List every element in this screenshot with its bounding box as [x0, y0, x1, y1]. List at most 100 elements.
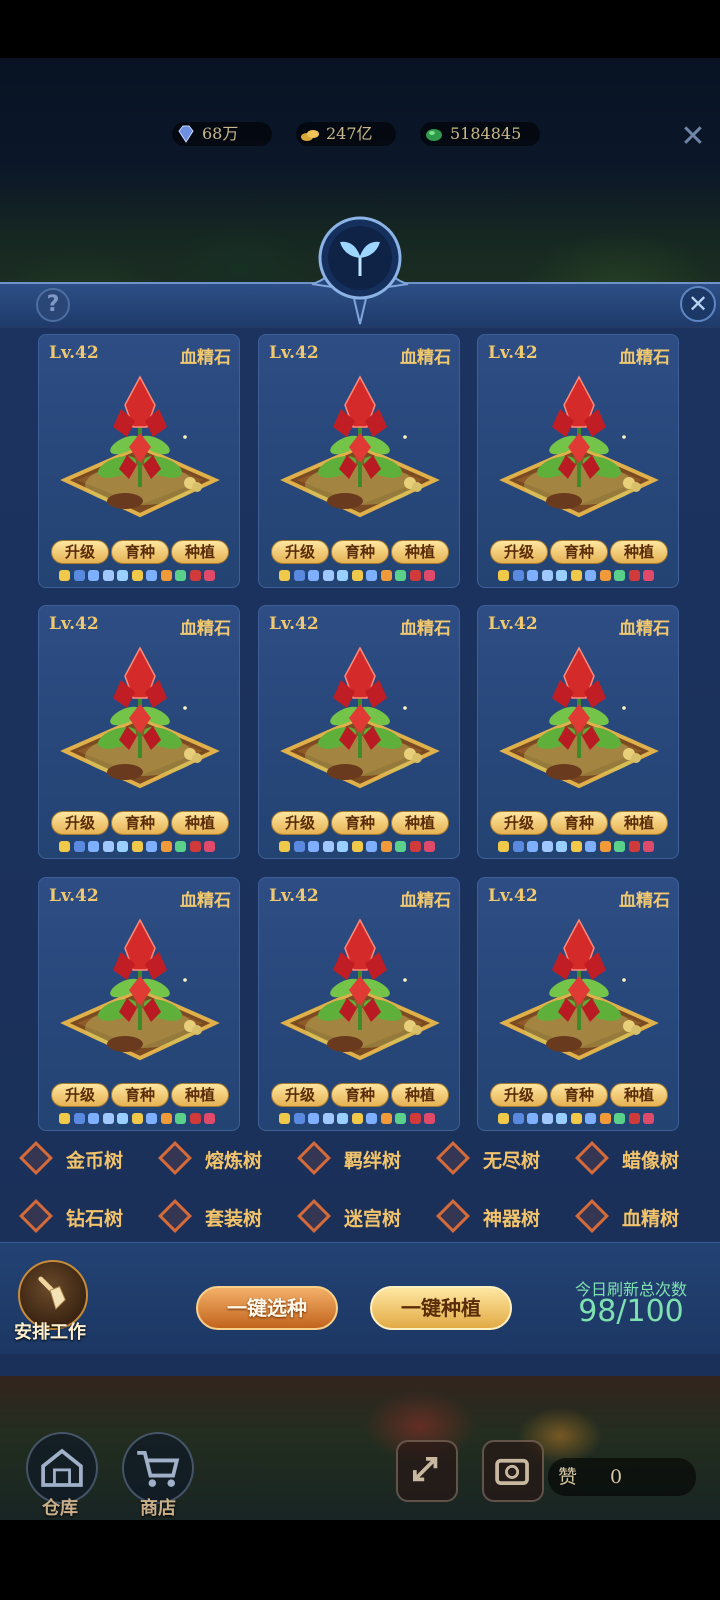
plant-button[interactable]: 种植 — [391, 540, 449, 564]
equipment-icon — [102, 1113, 114, 1124]
equipment-icon — [599, 1113, 611, 1124]
equipment-icon — [73, 1113, 85, 1124]
tree-option[interactable]: 套装树 — [157, 1196, 287, 1236]
plant-card[interactable]: Lv.42 血精石 升级 育种 种植 — [258, 877, 460, 1131]
equipment-icon — [279, 1113, 290, 1124]
tree-option[interactable]: 血精树 — [574, 1196, 704, 1236]
equipment-icon — [380, 570, 392, 581]
plant-card[interactable]: Lv.42 血精石 升级 育种 种植 — [258, 334, 460, 588]
tree-option[interactable]: 羁绊树 — [296, 1138, 426, 1178]
plant-button[interactable]: 种植 — [610, 811, 668, 835]
plant-image — [494, 646, 664, 804]
plant-button[interactable]: 种植 — [610, 540, 668, 564]
tree-option[interactable]: 蜡像树 — [574, 1138, 704, 1178]
checkbox-diamond-icon — [19, 1199, 53, 1233]
breed-button[interactable]: 育种 — [331, 811, 389, 835]
equipment-row — [59, 569, 221, 583]
upgrade-button[interactable]: 升级 — [490, 811, 548, 835]
equipment-icon — [512, 1113, 524, 1124]
plant-card[interactable]: Lv.42 血精石 升级 育种 种植 — [38, 334, 240, 588]
checkbox-diamond-icon — [575, 1141, 609, 1175]
equipment-icon — [395, 1113, 406, 1124]
fullscreen-button[interactable] — [396, 1440, 458, 1502]
tree-option[interactable]: 熔炼树 — [157, 1138, 287, 1178]
tree-option[interactable]: 钻石树 — [18, 1196, 148, 1236]
tree-option-label: 迷宫树 — [344, 1208, 402, 1230]
gold-amount: 247亿 — [326, 124, 373, 143]
plant-button[interactable]: 种植 — [171, 540, 229, 564]
plant-button[interactable]: 种植 — [171, 811, 229, 835]
close-panel-button[interactable]: ✕ — [680, 286, 716, 322]
plant-button[interactable]: 种植 — [171, 1083, 229, 1107]
blood-crystal-plant-icon — [60, 375, 220, 518]
equipment-icon — [189, 1113, 201, 1124]
plant-image — [55, 375, 225, 533]
upgrade-button[interactable]: 升级 — [271, 540, 329, 564]
breed-button[interactable]: 育种 — [550, 1083, 608, 1107]
breed-button[interactable]: 育种 — [550, 811, 608, 835]
breed-button[interactable]: 育种 — [111, 1083, 169, 1107]
like-count: 0 — [610, 1466, 623, 1488]
upgrade-button[interactable]: 升级 — [51, 811, 109, 835]
card-level: Lv.42 — [488, 886, 538, 906]
tree-option[interactable]: 迷宫树 — [296, 1196, 426, 1236]
equipment-icon — [102, 841, 114, 852]
breed-button[interactable]: 育种 — [331, 540, 389, 564]
card-button-row: 升级 育种 种植 — [49, 811, 231, 835]
tree-option[interactable]: 无尽树 — [435, 1138, 565, 1178]
equipment-row — [498, 840, 660, 854]
upgrade-button[interactable]: 升级 — [271, 1083, 329, 1107]
plant-card[interactable]: Lv.42 血精石 升级 育种 种植 — [477, 605, 679, 859]
equipment-icon — [366, 841, 377, 852]
card-button-row: 升级 育种 种植 — [269, 811, 451, 835]
breed-button[interactable]: 育种 — [111, 811, 169, 835]
equipment-icon — [585, 570, 596, 581]
equipment-icon — [628, 841, 640, 852]
plant-card[interactable]: Lv.42 血精石 升级 育种 种植 — [477, 334, 679, 588]
breed-button[interactable]: 育种 — [111, 540, 169, 564]
warehouse-icon — [41, 1448, 83, 1487]
plant-button[interactable]: 种植 — [391, 811, 449, 835]
plant-button[interactable]: 种植 — [391, 1083, 449, 1107]
card-button-row: 升级 育种 种植 — [488, 1083, 670, 1107]
card-level: Lv.42 — [49, 343, 99, 363]
card-level: Lv.42 — [49, 886, 99, 906]
upgrade-button[interactable]: 升级 — [51, 1083, 109, 1107]
help-icon[interactable]: ? — [36, 288, 70, 322]
equipment-icon — [88, 570, 99, 581]
tree-option[interactable]: 神器树 — [435, 1196, 565, 1236]
plant-button[interactable]: 种植 — [610, 1083, 668, 1107]
equipment-icon — [599, 841, 611, 852]
blood-crystal-plant-icon — [499, 375, 659, 518]
plant-card[interactable]: Lv.42 血精石 升级 育种 种植 — [38, 605, 240, 859]
card-plant-type: 血精石 — [619, 891, 670, 911]
upgrade-button[interactable]: 升级 — [271, 811, 329, 835]
equipment-icon — [541, 570, 553, 581]
like-label: 赞 — [558, 1466, 578, 1488]
card-plant-type: 血精石 — [180, 619, 231, 639]
equipment-icon — [293, 570, 305, 581]
screenshot-button[interactable] — [482, 1440, 544, 1502]
plant-card[interactable]: Lv.42 血精石 升级 育种 种植 — [38, 877, 240, 1131]
one-key-plant-button[interactable]: 一键种植 — [370, 1286, 512, 1330]
tree-option[interactable]: 金币树 — [18, 1138, 148, 1178]
upgrade-button[interactable]: 升级 — [490, 1083, 548, 1107]
plant-card[interactable]: Lv.42 血精石 升级 育种 种植 — [258, 605, 460, 859]
plant-card[interactable]: Lv.42 血精石 升级 育种 种植 — [477, 877, 679, 1131]
close-icon[interactable]: ✕ — [676, 120, 710, 154]
equipment-icon — [556, 841, 567, 852]
breed-button[interactable]: 育种 — [550, 540, 608, 564]
equipment-icon — [380, 1113, 392, 1124]
like-counter[interactable]: 赞 0 — [548, 1458, 696, 1496]
equipment-icon — [614, 841, 625, 852]
jade-counter: 5184845 — [420, 122, 540, 146]
plant-image — [275, 375, 445, 533]
checkbox-diamond-icon — [158, 1199, 192, 1233]
one-key-select-button[interactable]: 一键选种 — [196, 1286, 338, 1330]
equipment-icon — [73, 841, 85, 852]
upgrade-button[interactable]: 升级 — [490, 540, 548, 564]
equipment-icon — [498, 841, 509, 852]
equipment-icon — [541, 841, 553, 852]
breed-button[interactable]: 育种 — [331, 1083, 389, 1107]
upgrade-button[interactable]: 升级 — [51, 540, 109, 564]
